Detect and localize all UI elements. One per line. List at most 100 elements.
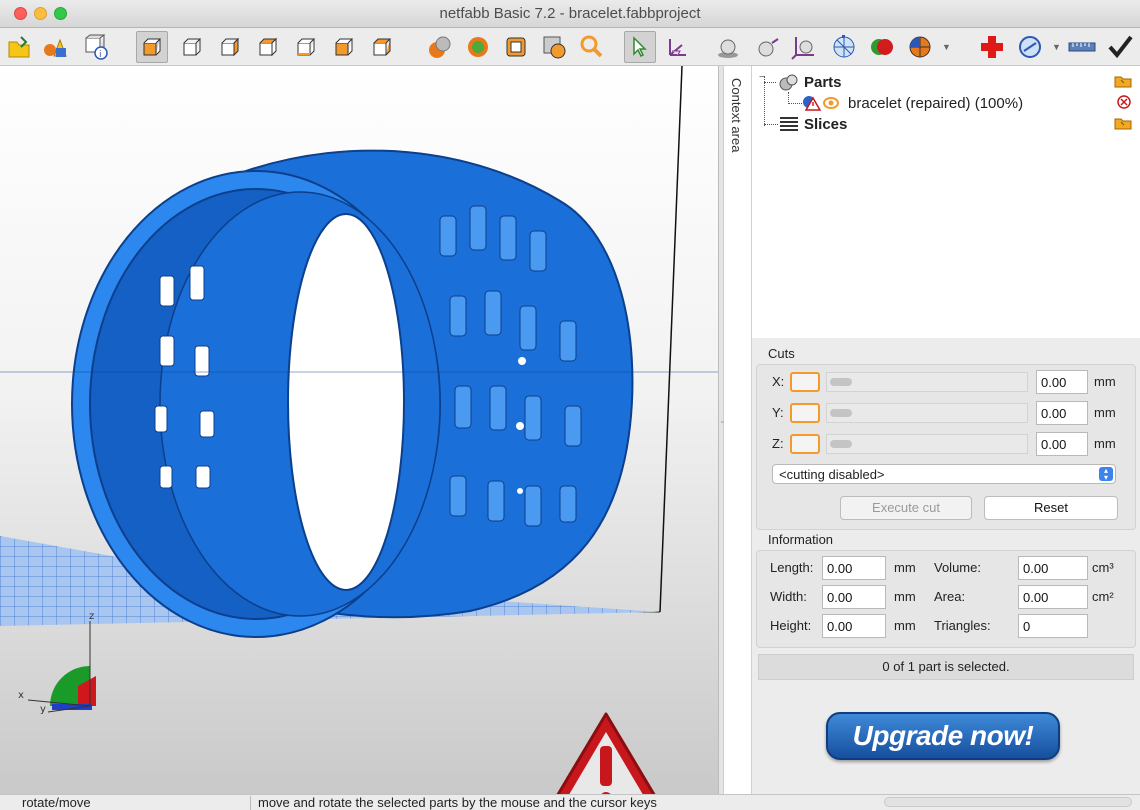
upgrade-now-button[interactable]: Upgrade now! bbox=[826, 712, 1060, 760]
context-area-tab[interactable]: Context area bbox=[724, 66, 752, 794]
add-part-icon[interactable] bbox=[40, 31, 72, 63]
cut-x-unit: mm bbox=[1094, 374, 1116, 389]
view-settings-dropdown-arrow[interactable]: ▼ bbox=[1052, 42, 1061, 52]
view-left-icon[interactable] bbox=[214, 31, 246, 63]
move-icon[interactable] bbox=[662, 31, 694, 63]
slices-label: Slices bbox=[804, 115, 848, 133]
volume-field: 0.00 bbox=[1018, 556, 1088, 580]
width-field: 0.00 bbox=[822, 585, 886, 609]
warning-icon[interactable] bbox=[538, 706, 674, 794]
view-right-icon[interactable] bbox=[252, 31, 284, 63]
spheres-icon[interactable] bbox=[752, 31, 784, 63]
wireframe-icon[interactable] bbox=[500, 31, 532, 63]
width-unit: mm bbox=[894, 589, 916, 604]
part-warning-icon bbox=[803, 96, 822, 111]
area-label: Area: bbox=[934, 589, 966, 604]
parts-icon bbox=[779, 74, 798, 91]
volume-unit: cm³ bbox=[1092, 560, 1114, 575]
bracelet-hole bbox=[287, 213, 405, 591]
visibility-eye-icon[interactable] bbox=[822, 94, 840, 112]
cut-z-slider-knob[interactable] bbox=[830, 440, 852, 448]
triangles-field: 0 bbox=[1018, 614, 1088, 638]
cut-x-slider[interactable] bbox=[826, 372, 1028, 392]
length-unit: mm bbox=[894, 560, 916, 575]
height-field: 0.00 bbox=[822, 614, 886, 638]
shading-icon[interactable] bbox=[424, 31, 456, 63]
slices-folder-icon[interactable] bbox=[1114, 116, 1132, 133]
axis-triad bbox=[27, 621, 96, 713]
view-top-icon[interactable] bbox=[290, 31, 322, 63]
execute-cut-button[interactable]: Execute cut bbox=[840, 496, 972, 520]
height-unit: mm bbox=[894, 618, 916, 633]
color-dropdown-arrow[interactable]: ▼ bbox=[942, 42, 951, 52]
cut-y-slider-knob[interactable] bbox=[830, 409, 852, 417]
remove-part-icon[interactable] bbox=[1116, 94, 1132, 113]
project-tree: − Parts bracelet (repaired) (100%) Slice… bbox=[752, 66, 1140, 338]
right-panel: − Parts bracelet (repaired) (100%) Slice… bbox=[752, 66, 1140, 794]
cut-y-color[interactable] bbox=[790, 403, 820, 423]
volume-label: Volume: bbox=[934, 560, 981, 575]
cut-y-slider[interactable] bbox=[826, 403, 1028, 423]
status-mode: rotate/move bbox=[22, 795, 91, 810]
tree-item-part[interactable]: bracelet (repaired) (100%) bbox=[802, 93, 1023, 113]
cut-z-input[interactable]: 0.00 bbox=[1036, 432, 1088, 456]
cutting-mode-select[interactable]: <cutting disabled> ▴ ▾ bbox=[772, 464, 1116, 484]
view-front-icon[interactable] bbox=[136, 31, 168, 63]
status-hint: move and rotate the selected parts by th… bbox=[258, 795, 657, 810]
repair-icon[interactable] bbox=[976, 31, 1008, 63]
parts-folder-icon[interactable] bbox=[1114, 74, 1132, 91]
select-pointer-icon[interactable] bbox=[624, 31, 656, 63]
height-label: Height: bbox=[770, 618, 812, 633]
scene-canvas: z x y bbox=[0, 66, 718, 715]
cut-y-label: Y: bbox=[772, 405, 784, 420]
measure-icon[interactable] bbox=[538, 31, 570, 63]
selection-status: 0 of 1 part is selected. bbox=[758, 654, 1134, 680]
open-project-icon[interactable] bbox=[4, 31, 36, 63]
check-icon[interactable] bbox=[1104, 31, 1136, 63]
cut-z-color[interactable] bbox=[790, 434, 820, 454]
view-settings-icon[interactable] bbox=[1014, 31, 1046, 63]
reset-button[interactable]: Reset bbox=[984, 496, 1118, 520]
axis-label-x: x bbox=[18, 690, 24, 701]
cutting-mode-value: <cutting disabled> bbox=[779, 467, 885, 482]
color-wheel-icon[interactable] bbox=[904, 31, 936, 63]
tree-item-parts[interactable]: Parts bbox=[778, 72, 842, 92]
cut-z-unit: mm bbox=[1094, 436, 1116, 451]
zoom-icon[interactable] bbox=[576, 31, 608, 63]
axis-label-z: z bbox=[89, 611, 94, 622]
cut-y-unit: mm bbox=[1094, 405, 1116, 420]
view-back-icon[interactable] bbox=[176, 31, 208, 63]
axes-icon[interactable] bbox=[788, 31, 820, 63]
width-label: Width: bbox=[770, 589, 807, 604]
collapse-toggle-icon[interactable]: − bbox=[759, 72, 765, 83]
area-unit: cm² bbox=[1092, 589, 1114, 604]
cut-z-slider[interactable] bbox=[826, 434, 1028, 454]
build-volume-edge bbox=[659, 66, 683, 613]
ruler-icon[interactable] bbox=[1066, 31, 1098, 63]
main-toolbar: i ▼ ▼ bbox=[0, 28, 1140, 66]
cut-x-slider-knob[interactable] bbox=[830, 378, 852, 386]
cut-x-input[interactable]: 0.00 bbox=[1036, 370, 1088, 394]
cut-x-color[interactable] bbox=[790, 372, 820, 392]
sphere-icon[interactable] bbox=[712, 31, 744, 63]
cut-z-label: Z: bbox=[772, 436, 784, 451]
solid-shading-icon[interactable] bbox=[462, 31, 494, 63]
tree-item-slices[interactable]: Slices bbox=[778, 114, 847, 134]
view-perspective-icon[interactable] bbox=[366, 31, 398, 63]
status-scrollbar[interactable] bbox=[884, 797, 1132, 807]
boolean-icon[interactable] bbox=[866, 31, 898, 63]
cut-y-input[interactable]: 0.00 bbox=[1036, 401, 1088, 425]
mesh-icon[interactable] bbox=[828, 31, 860, 63]
part-name: bracelet (repaired) (100%) bbox=[848, 94, 1024, 112]
cut-x-label: X: bbox=[772, 374, 785, 389]
svg-text:i: i bbox=[99, 50, 102, 60]
part-info-icon[interactable]: i bbox=[80, 31, 112, 63]
select-arrows-icon: ▴ ▾ bbox=[1099, 467, 1113, 482]
3d-viewport[interactable]: z x y bbox=[0, 66, 718, 794]
slices-icon bbox=[780, 117, 798, 131]
length-field: 0.00 bbox=[822, 556, 886, 580]
view-bottom-icon[interactable] bbox=[328, 31, 360, 63]
triangles-label: Triangles: bbox=[934, 618, 991, 633]
area-field: 0.00 bbox=[1018, 585, 1088, 609]
window-title: netfabb Basic 7.2 - bracelet.fabbproject bbox=[439, 5, 701, 22]
